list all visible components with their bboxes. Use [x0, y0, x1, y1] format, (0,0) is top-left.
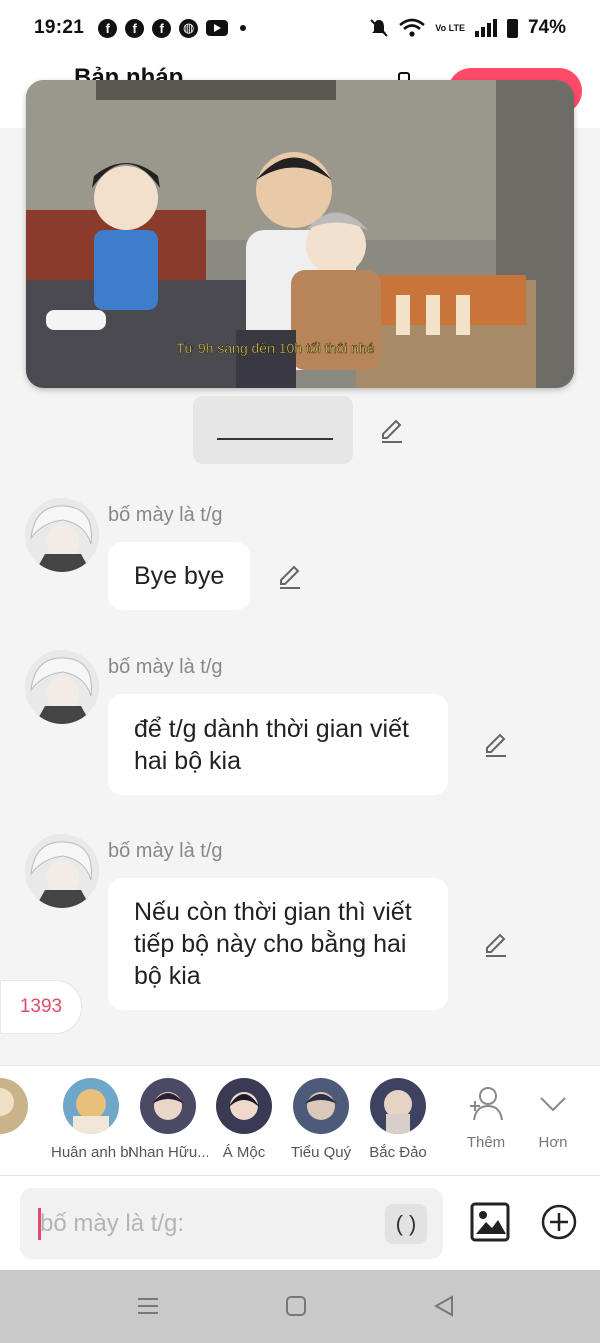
add-character-button[interactable]: Thêm	[456, 1082, 516, 1151]
character-avatar	[0, 1078, 28, 1134]
character-item[interactable]: Á Mộc	[204, 1078, 284, 1161]
blank-line	[217, 438, 333, 440]
more-options-button[interactable]: Hơn	[523, 1082, 583, 1151]
youtube-icon	[206, 20, 229, 36]
globe-icon: ◍	[179, 18, 199, 38]
character-avatar	[293, 1078, 349, 1134]
avatar[interactable]	[25, 498, 99, 572]
message-input[interactable]: bố mày là t/g: ( )	[20, 1188, 443, 1259]
notification-icons: f f f ◍	[98, 18, 247, 38]
floating-video-player[interactable]: Từ 9h sáng đến 10h tối thôi nhé	[26, 80, 574, 388]
avatar[interactable]	[25, 650, 99, 724]
chat-area[interactable]: Từ 9h sáng đến 10h tối thôi nhé bố mày l…	[0, 80, 600, 1065]
battery-icon	[506, 18, 518, 38]
edit-icon[interactable]	[378, 416, 406, 444]
wifi-icon	[399, 18, 426, 37]
mute-icon	[370, 19, 389, 37]
character-item[interactable]: Bắc Đảo	[358, 1078, 438, 1161]
message-count-badge[interactable]: 1393	[0, 980, 82, 1034]
parentheses-button[interactable]: ( )	[385, 1204, 427, 1244]
character-item[interactable]: Huân anh béo y...	[51, 1078, 131, 1161]
character-avatar	[370, 1078, 426, 1134]
sender-name: bố mày là t/g	[108, 656, 223, 678]
edit-icon[interactable]	[482, 930, 510, 958]
character-avatar	[140, 1078, 196, 1134]
message-bubble[interactable]: Nếu còn thời gian thì viết tiếp bộ này c…	[108, 878, 448, 1010]
message-count: 1393	[19, 996, 63, 1017]
video-frame: Từ 9h sáng đến 10h tối thôi nhé	[26, 80, 574, 388]
character-name: Huân anh béo y...	[51, 1144, 131, 1161]
input-bar: bố mày là t/g: ( )	[0, 1175, 600, 1270]
image-icon[interactable]	[470, 1202, 510, 1242]
character-item[interactable]	[0, 1078, 40, 1161]
add-user-icon	[470, 1087, 503, 1121]
character-item[interactable]: Tiểu Quý	[281, 1078, 361, 1161]
status-time: 19:21	[34, 17, 85, 38]
status-bar: 19:21 f f f ◍ Vo LTE 74%	[0, 0, 600, 56]
message-text: Nếu còn thời gian thì viết tiếp bộ này c…	[134, 898, 412, 990]
system-nav-bar	[0, 1270, 600, 1343]
facebook-icon: f	[98, 18, 118, 38]
signal-icon	[474, 19, 497, 37]
message-bubble[interactable]: Bye bye	[108, 542, 251, 610]
chevron-down-icon	[540, 1097, 566, 1112]
character-avatar	[216, 1078, 272, 1134]
character-name: Tiểu Quý	[290, 1144, 352, 1161]
character-selector: Huân anh béo y... Nhan Hữu... Á Mộc Tiểu…	[0, 1065, 600, 1175]
narration-bubble[interactable]	[193, 396, 353, 464]
avatar[interactable]	[25, 834, 99, 908]
menu-icon[interactable]	[136, 1294, 160, 1318]
character-name: Á Mộc	[222, 1144, 266, 1161]
message-bubble[interactable]: để t/g dành thời gian viết hai bộ kia	[108, 694, 448, 795]
home-icon[interactable]	[284, 1294, 308, 1318]
sender-name: bố mày là t/g	[108, 840, 223, 862]
character-name	[0, 1144, 40, 1161]
message-text: Bye bye	[134, 562, 225, 590]
battery-percent: 74%	[527, 17, 566, 38]
video-subtitle: Từ 9h sáng đến 10h tối thôi nhé	[176, 340, 375, 356]
more-options-label: Hơn	[538, 1134, 568, 1151]
character-item[interactable]: Nhan Hữu...	[128, 1078, 208, 1161]
add-character-label: Thêm	[466, 1134, 506, 1151]
add-icon[interactable]	[541, 1204, 577, 1240]
back-icon[interactable]	[432, 1294, 456, 1318]
facebook-icon: f	[125, 18, 145, 38]
more-notifications-dot	[240, 25, 247, 31]
sender-name: bố mày là t/g	[108, 504, 223, 526]
character-avatar	[63, 1078, 119, 1134]
edit-icon[interactable]	[482, 730, 510, 758]
facebook-icon: f	[152, 18, 172, 38]
volte-indicator: Vo LTE	[435, 22, 465, 33]
edit-icon[interactable]	[276, 562, 304, 590]
input-placeholder: bố mày là t/g:	[40, 1210, 185, 1237]
character-name: Nhan Hữu...	[128, 1144, 208, 1161]
message-text: để t/g dành thời gian viết hai bộ kia	[134, 714, 409, 775]
character-name: Bắc Đảo	[369, 1144, 427, 1161]
